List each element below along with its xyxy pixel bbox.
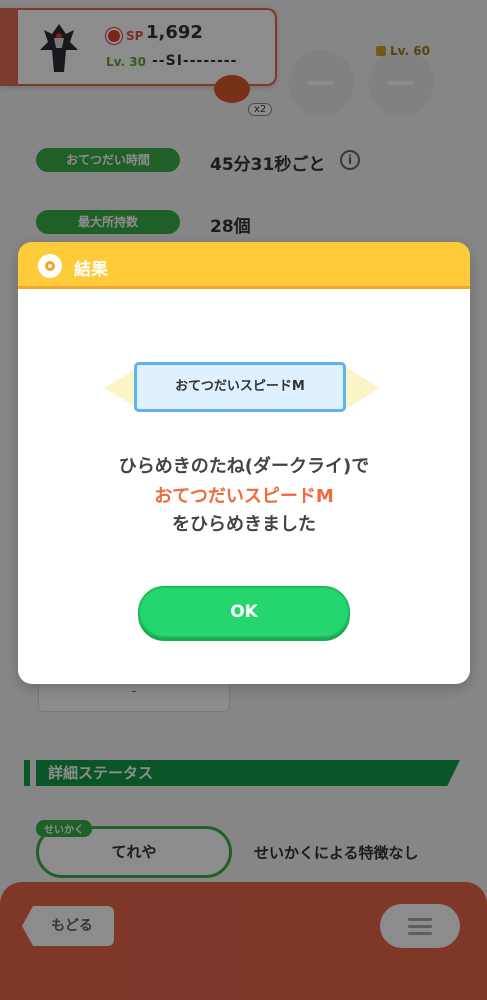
skill-name-plate: おてつだいスピードM bbox=[134, 362, 346, 412]
message-line-1: ひらめきのたね(ダークライ)で bbox=[118, 456, 370, 477]
message-line-3: をひらめきました bbox=[172, 514, 316, 535]
dialog-title: 結果 bbox=[74, 260, 108, 280]
result-dialog: 結果 おてつだいスピードM ひらめきのたね(ダークライ)で おてつだいスピードM… bbox=[18, 242, 470, 684]
dialog-header: 結果 bbox=[18, 242, 470, 289]
plate-right-ornament bbox=[344, 366, 380, 410]
ok-button[interactable]: OK bbox=[138, 586, 350, 638]
pokeball-icon bbox=[38, 254, 62, 278]
message-line-2: おてつだいスピードM bbox=[154, 486, 334, 507]
